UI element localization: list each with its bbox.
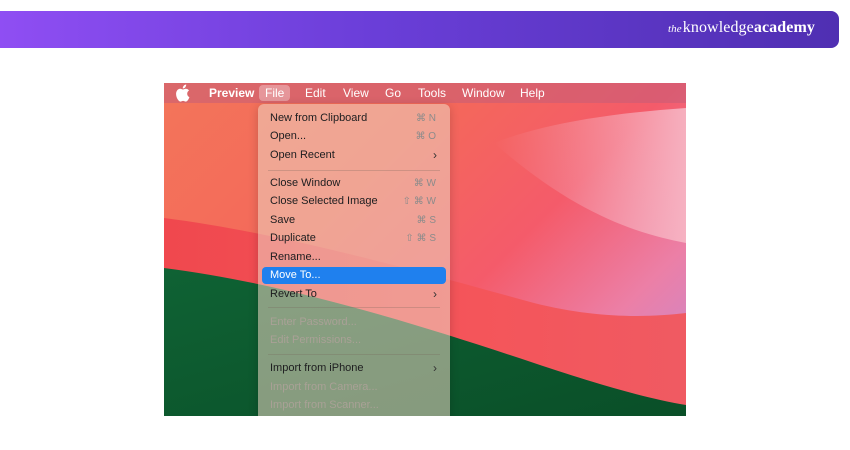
menu-help[interactable]: Help — [514, 85, 551, 101]
logo-the: the — [668, 23, 682, 35]
menu-item-label: Enter Password... — [270, 316, 357, 328]
menu-item-import-from-camera: Import from Camera... — [262, 379, 446, 396]
apple-icon[interactable] — [176, 84, 190, 102]
chevron-right-icon: › — [433, 148, 437, 162]
shortcut-label: ⌘ N — [416, 113, 436, 124]
menu-item-close-window[interactable]: Close Window ⌘ W — [262, 175, 446, 192]
menu-item-rename[interactable]: Rename... — [262, 249, 446, 266]
menu-item-label: Open Recent — [270, 149, 335, 161]
menu-app-preview[interactable]: Preview — [203, 85, 260, 101]
menu-edit[interactable]: Edit — [299, 85, 332, 101]
menu-item-label: Move To... — [270, 269, 321, 281]
menu-tools[interactable]: Tools — [412, 85, 452, 101]
menu-item-import-from-scanner: Import from Scanner... — [262, 397, 446, 414]
file-menu-dropdown: New from Clipboard ⌘ N Open... ⌘ O Open … — [258, 104, 450, 416]
menu-item-label: Close Window — [270, 177, 341, 189]
menu-item-label: Import from Camera... — [270, 381, 378, 393]
menu-item-open[interactable]: Open... ⌘ O — [262, 128, 446, 145]
menu-view[interactable]: View — [337, 85, 375, 101]
macos-menu-bar: Preview File Edit View Go Tools Window H… — [164, 83, 686, 103]
menu-item-label: Edit Permissions... — [270, 334, 362, 346]
chevron-right-icon: › — [433, 287, 437, 301]
menu-item-enter-password: Enter Password... — [262, 314, 446, 331]
menu-item-label: Rename... — [270, 251, 321, 263]
menu-separator — [268, 170, 440, 171]
menu-item-save[interactable]: Save ⌘ S — [262, 212, 446, 229]
chevron-right-icon: › — [433, 361, 437, 375]
menu-item-label: Import from iPhone — [270, 362, 364, 374]
logo-knowledge: knowledge — [682, 19, 754, 36]
menu-item-duplicate[interactable]: Duplicate ⇧ ⌘ S — [262, 230, 446, 247]
shortcut-label: ⌘ O — [415, 131, 436, 142]
menu-item-label: Import from Scanner... — [270, 399, 379, 411]
shortcut-label: ⇧ ⌘ W — [402, 196, 436, 207]
menu-go[interactable]: Go — [379, 85, 407, 101]
menu-item-label: Duplicate — [270, 232, 316, 244]
shortcut-label: ⌘ W — [413, 178, 436, 189]
menu-file[interactable]: File — [259, 85, 291, 101]
menu-item-revert-to[interactable]: Revert To › — [262, 286, 446, 303]
knowledge-academy-logo: theknowledgeacademy — [668, 19, 815, 37]
shortcut-label: ⇧ ⌘ S — [405, 233, 436, 244]
menu-item-open-recent[interactable]: Open Recent › — [262, 147, 446, 164]
menu-window[interactable]: Window — [456, 85, 511, 101]
menu-item-label: Open... — [270, 130, 307, 142]
menu-separator — [268, 354, 440, 355]
menu-item-move-to[interactable]: Move To... — [262, 267, 446, 284]
logo-academy: academy — [753, 19, 815, 36]
menu-item-label: Close Selected Image — [270, 195, 378, 207]
menu-separator — [268, 307, 440, 308]
menu-item-label: Save — [270, 214, 296, 226]
menu-item-new-from-clipboard[interactable]: New from Clipboard ⌘ N — [262, 110, 446, 127]
brand-header-bar: theknowledgeacademy — [0, 11, 839, 48]
menu-item-edit-permissions: Edit Permissions... — [262, 332, 446, 349]
menu-item-label: New from Clipboard — [270, 112, 368, 124]
shortcut-label: ⌘ S — [416, 215, 436, 226]
menu-item-label: Revert To — [270, 288, 317, 300]
menu-item-import-from-iphone[interactable]: Import from iPhone › — [262, 360, 446, 377]
mac-desktop-screenshot: Preview File Edit View Go Tools Window H… — [164, 83, 686, 416]
menu-item-close-selected-image[interactable]: Close Selected Image ⇧ ⌘ W — [262, 193, 446, 210]
